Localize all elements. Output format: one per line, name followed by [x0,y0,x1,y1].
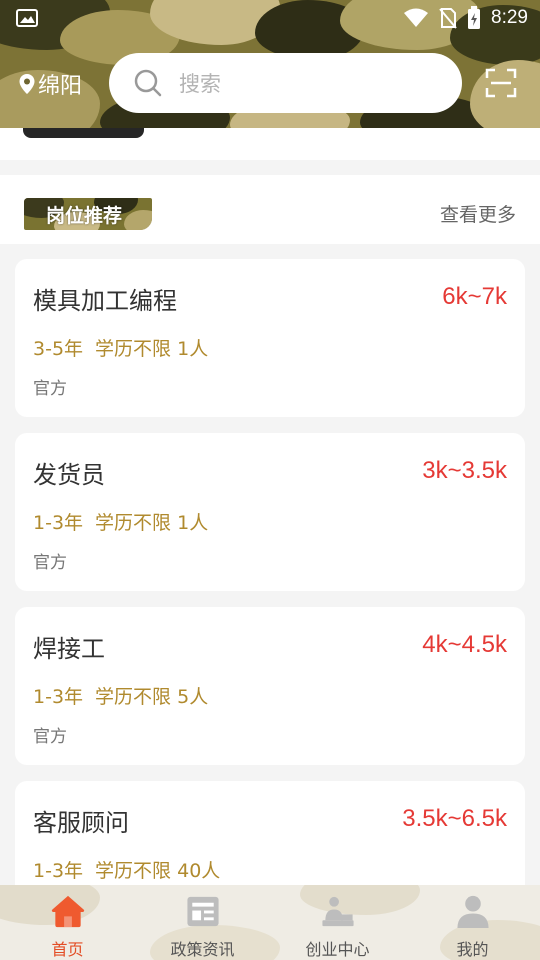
job-experience: 1-3年 [33,860,84,882]
location-selector[interactable]: 绵阳 [18,68,82,100]
job-source-tag: 官方 [33,379,67,399]
job-education: 学历不限 [95,512,172,534]
profile-icon [456,895,489,929]
job-salary: 3k~3.5k [422,457,507,484]
search-icon [134,69,162,97]
no-sim-icon [439,8,457,29]
search-input[interactable]: 搜索 [109,53,462,113]
job-headcount: 1人 [177,512,209,534]
job-experience: 3-5年 [33,338,84,360]
view-more-link[interactable]: 查看更多 [440,200,516,227]
job-source-tag: 官方 [33,553,67,573]
nav-item-profile[interactable]: 我的 [405,885,540,960]
header: 8:29 绵阳 搜索 [0,0,540,128]
nav-item-news[interactable]: 政策资讯 [135,885,270,960]
job-headcount: 5人 [177,686,209,708]
job-meta: 1-3年 学历不限 40人 [33,856,220,883]
job-salary: 4k~4.5k [422,631,507,658]
nav-label: 创业中心 [305,940,370,959]
section-title-badge: 岗位推荐 [24,198,152,230]
status-bar: 8:29 [0,0,540,36]
job-headcount: 40人 [177,860,221,882]
job-meta: 3-5年 学历不限 1人 [33,334,208,361]
nav-item-home[interactable]: 首页 [0,885,135,960]
job-title: 焊接工 [33,635,105,663]
job-source-tag: 官方 [33,727,67,747]
scan-icon[interactable] [485,68,517,98]
job-experience: 1-3年 [33,686,84,708]
nav-label: 我的 [456,940,489,959]
news-icon [186,896,219,927]
job-education: 学历不限 [95,860,172,882]
job-card[interactable]: 焊接工 4k~4.5k 1-3年 学历不限 5人 官方 [15,607,525,765]
startup-icon [321,896,354,927]
job-meta: 1-3年 学历不限 1人 [33,508,208,535]
home-icon [51,895,84,928]
section-title: 岗位推荐 [46,204,123,227]
job-salary: 6k~7k [442,283,507,310]
job-education: 学历不限 [95,338,172,360]
battery-icon [468,6,481,29]
banner-area [0,128,540,160]
job-card[interactable]: 模具加工编程 6k~7k 3-5年 学历不限 1人 官方 [15,259,525,417]
job-meta: 1-3年 学历不限 5人 [33,682,208,709]
banner-image[interactable] [23,128,144,138]
wifi-icon [404,8,429,27]
location-pin-icon [19,74,35,94]
job-title: 客服顾问 [33,809,129,837]
image-icon [16,9,38,27]
job-salary: 3.5k~6.5k [402,805,507,832]
bottom-nav: 首页 政策资讯 创业中心 我的 [0,885,540,960]
search-placeholder: 搜索 [179,72,221,96]
nav-item-startup[interactable]: 创业中心 [270,885,405,960]
nav-label: 政策资讯 [170,940,235,959]
job-experience: 1-3年 [33,512,84,534]
job-card[interactable]: 发货员 3k~3.5k 1-3年 学历不限 1人 官方 [15,433,525,591]
job-headcount: 1人 [177,338,209,360]
status-time: 8:29 [491,7,528,28]
nav-label: 首页 [51,940,84,959]
job-education: 学历不限 [95,686,172,708]
location-label: 绵阳 [38,74,83,99]
job-title: 发货员 [33,461,105,489]
job-title: 模具加工编程 [33,287,177,315]
